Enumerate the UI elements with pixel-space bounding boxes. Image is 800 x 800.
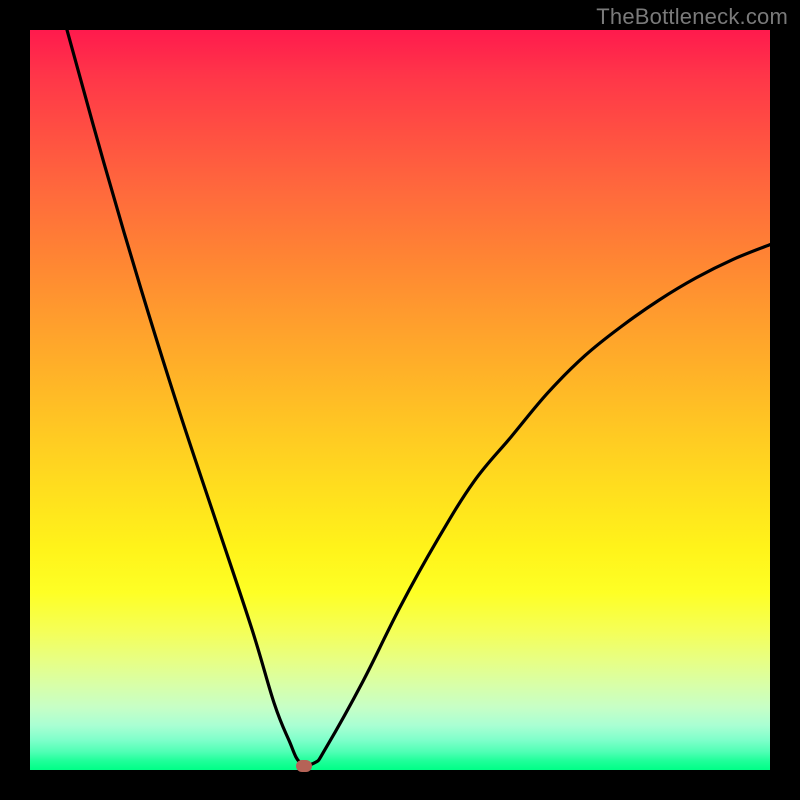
optimal-marker <box>296 760 312 772</box>
plot-area <box>30 30 770 770</box>
watermark-text: TheBottleneck.com <box>596 4 788 30</box>
chart-frame: TheBottleneck.com <box>0 0 800 800</box>
bottleneck-curve <box>30 30 770 770</box>
curve-path <box>67 30 770 765</box>
